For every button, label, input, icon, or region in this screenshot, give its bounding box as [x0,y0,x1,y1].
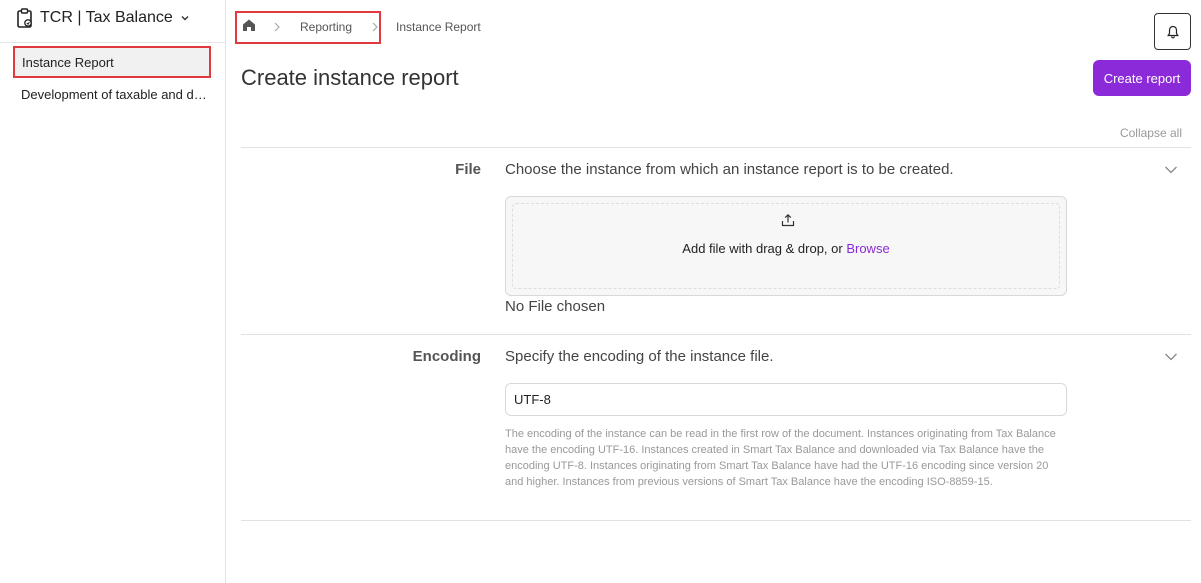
encoding-section-label: Encoding [412,348,481,365]
upload-icon [781,213,795,227]
section-divider [241,147,1191,148]
file-section-description: Choose the instance from which an instan… [505,161,954,178]
chevron-right-icon [372,22,378,32]
chevron-right-icon [274,22,280,32]
breadcrumb-reporting[interactable]: Reporting [300,20,352,34]
chevron-down-icon [181,16,189,21]
file-section-label: File [455,161,481,178]
chevron-down-icon[interactable] [1164,352,1178,362]
breadcrumb-current: Instance Report [396,20,481,34]
create-report-button[interactable]: Create report [1093,60,1191,96]
browse-link[interactable]: Browse [846,241,889,256]
sidebar-item-instance-report[interactable]: Instance Report [13,46,211,78]
app-title: TCR | Tax Balance [40,9,173,26]
bell-icon [1166,25,1179,38]
section-divider [241,334,1191,335]
collapse-all-link[interactable]: Collapse all [1120,126,1182,140]
sidebar-item-label: Instance Report [22,54,114,70]
dropzone-text: Add file with drag & drop, or Browse [506,241,1066,256]
file-status: No File chosen [505,298,606,315]
home-icon[interactable] [241,17,257,33]
page-title: Create instance report [241,65,459,90]
encoding-input[interactable] [505,383,1067,416]
sidebar: TCR | Tax Balance Instance Report Develo… [0,0,226,583]
app-switcher[interactable]: TCR | Tax Balance [16,6,191,30]
clipboard-icon [17,8,32,28]
section-divider [241,520,1191,521]
sidebar-divider [0,42,225,43]
dropzone-instruction: Add file with drag & drop, or [682,241,847,256]
sidebar-item-development-taxable[interactable]: Development of taxable and deductible te… [13,78,213,110]
encoding-section-description: Specify the encoding of the instance fil… [505,348,774,365]
encoding-help-text: The encoding of the instance can be read… [505,428,1056,488]
chevron-down-icon[interactable] [1164,165,1178,175]
file-dropzone[interactable]: Add file with drag & drop, or Browse [505,196,1067,296]
sidebar-item-label: Development of taxable and deductible te… [21,86,211,102]
notifications-button[interactable] [1154,13,1191,50]
